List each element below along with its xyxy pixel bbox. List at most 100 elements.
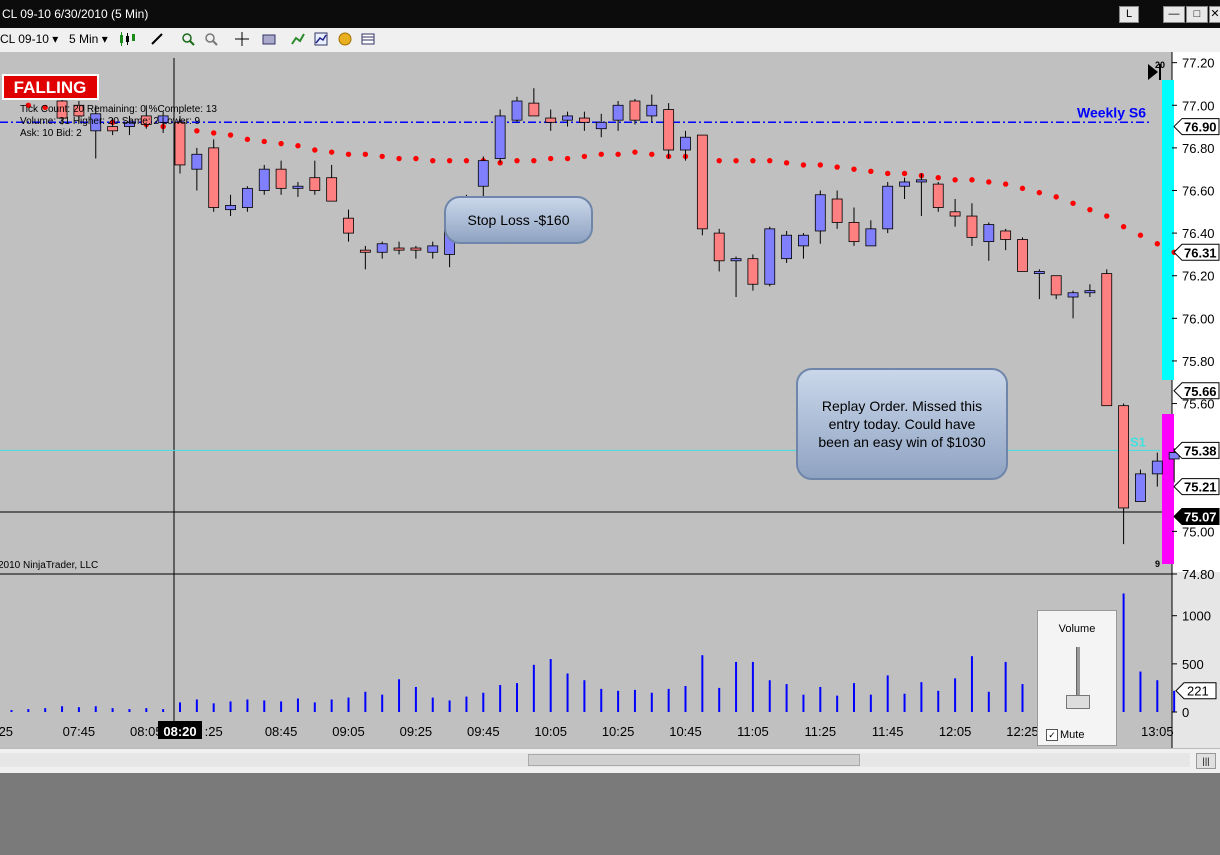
time-label: 10:25 (602, 724, 635, 739)
volume-marker-label: 221 (1187, 684, 1209, 699)
time-label: 09:45 (467, 724, 500, 739)
price-tick-label: 77.20 (1182, 56, 1215, 71)
sar-dot (598, 151, 604, 157)
zoom-out-icon[interactable] (204, 32, 218, 46)
time-label: 11:25 (805, 724, 837, 739)
sar-dot (328, 149, 335, 155)
volume-slider-handle[interactable] (1066, 695, 1090, 709)
candle-down (696, 134, 708, 230)
candle-up (511, 100, 523, 121)
candle-down (932, 183, 944, 208)
sar-dot (1002, 181, 1009, 187)
zoom-in-icon[interactable] (181, 32, 195, 46)
price-tick-label: 75.00 (1182, 524, 1215, 539)
time-label: 13:05 (1141, 724, 1174, 739)
money-icon[interactable] (338, 32, 352, 46)
indicators-icon[interactable] (291, 32, 305, 46)
time-label: 09:25 (400, 724, 433, 739)
price-marker-label: 75.66 (1184, 384, 1217, 399)
sar-dot (379, 153, 385, 160)
time-label: 08:05 (130, 724, 163, 739)
candle-up (595, 121, 607, 130)
current-time-label: 08:20 (163, 724, 196, 739)
time-label: 12:25 (1006, 724, 1039, 739)
candle-up (477, 160, 489, 187)
stats-line3: Ask: 10 Bid: 2 (20, 128, 82, 139)
sar-dot (851, 166, 857, 172)
sar-dot (986, 179, 992, 185)
sar-dot (295, 143, 301, 149)
candle-up (1135, 473, 1146, 502)
maximize-button[interactable]: □ (1186, 6, 1208, 23)
candle-down (343, 217, 354, 234)
candle-up (1033, 271, 1045, 274)
candle-up (916, 179, 927, 183)
sar-dot (834, 164, 840, 170)
candle-up (983, 224, 995, 243)
time-label: 10:05 (534, 724, 567, 739)
candle-up (225, 205, 236, 211)
sar-dot (632, 149, 638, 155)
snapshot-icon[interactable] (262, 32, 276, 46)
sar-dot (1154, 241, 1161, 247)
sar-dot (733, 157, 739, 164)
volume-control-panel: Volume ✓ Mute (1037, 610, 1117, 746)
sar-dot (901, 170, 908, 177)
candle-up (562, 115, 573, 121)
candle-down (848, 222, 860, 243)
mute-checkbox[interactable]: ✓ Mute (1046, 729, 1084, 742)
candle-up (730, 258, 742, 262)
sar-dot (767, 157, 773, 164)
candle-up (1151, 460, 1163, 475)
sar-dot (1104, 213, 1110, 219)
candle-down (174, 121, 186, 166)
minimize-button[interactable]: — (1163, 6, 1185, 23)
price-tick-label: 76.20 (1182, 269, 1215, 284)
candle-up (258, 168, 270, 191)
price-tick-label: 75.80 (1182, 354, 1215, 369)
instrument-selector[interactable]: CL 09-10 ▾ (0, 32, 58, 46)
sar-dot (413, 155, 419, 162)
sar-dot (362, 151, 369, 157)
sar-dot (446, 157, 453, 164)
time-label: 09:05 (332, 724, 365, 739)
data-box-icon[interactable] (361, 32, 375, 46)
sar-dot (716, 157, 722, 164)
candle-down (545, 117, 557, 123)
sar-dot (783, 160, 790, 166)
volume-tick-label: 500 (1182, 657, 1204, 672)
title-bar: CL 09-10 6/30/2010 (5 Min) L — □ ✕ (0, 0, 1220, 28)
candle-down (579, 117, 590, 123)
scroll-grip-icon[interactable]: ||| (1196, 753, 1216, 769)
sell-pressure-bar (1162, 414, 1174, 564)
candle-down (275, 168, 287, 189)
falling-label: FALLING (14, 78, 87, 97)
price-marker-label: 76.31 (1184, 245, 1217, 260)
price-tick-label: 76.00 (1182, 311, 1215, 326)
candle-down (528, 102, 540, 117)
scroll-thumb[interactable] (528, 754, 860, 766)
sar-dot (531, 157, 537, 164)
chevron-down-icon: ▾ (52, 32, 59, 46)
period-selector[interactable]: 5 Min ▾ (69, 32, 108, 46)
link-button[interactable]: L (1119, 6, 1139, 23)
time-label: :25 (0, 724, 13, 739)
stats-line2: Volume: 31 Higher: 20 Same: 2 Lower: 9 (20, 116, 201, 127)
candle-up (1084, 290, 1096, 294)
strategies-icon[interactable] (314, 32, 328, 46)
crosshair-icon[interactable] (235, 32, 249, 46)
pencil-draw-icon[interactable] (150, 32, 164, 46)
sar-dot (312, 147, 318, 153)
candle-down (1050, 275, 1062, 296)
price-marker-label: 76.90 (1184, 120, 1217, 135)
check-icon: ✓ (1046, 729, 1058, 742)
sar-dot (885, 170, 891, 177)
close-button[interactable]: ✕ (1209, 6, 1220, 23)
sar-dot (800, 162, 807, 168)
candlestick-style-icon[interactable] (118, 32, 135, 46)
horizontal-scrollbar[interactable]: ||| (0, 748, 1220, 773)
stats-line1: Tick Count: 20 Remaining: 0 %Complete: 1… (20, 104, 217, 115)
candle-down (208, 147, 220, 208)
weekly-s6-label: Weekly S6 (1077, 104, 1146, 120)
candle-up (764, 228, 776, 285)
